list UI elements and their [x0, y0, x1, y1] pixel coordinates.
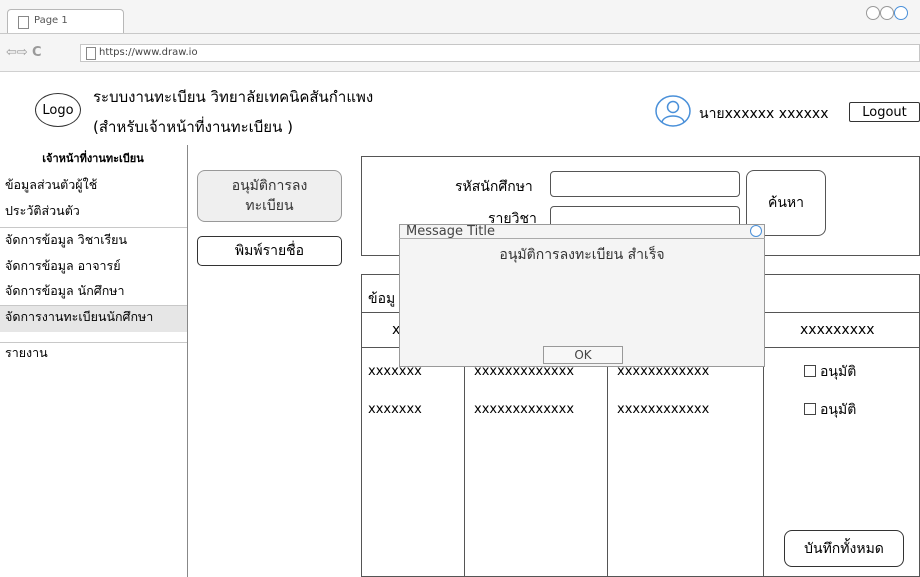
approve-checkbox-label: อนุมัติ	[820, 364, 857, 380]
dialog-ok-button[interactable]: OK	[543, 346, 623, 364]
user-name: นายxxxxxx xxxxxx	[699, 106, 829, 122]
approve-registration-button[interactable]: อนุมัติการลงทะเบียน	[197, 170, 342, 222]
sidebar-item-registration[interactable]: จัดการงานทะเบียนนักศึกษา	[0, 306, 187, 332]
print-list-button[interactable]: พิมพ์รายชื่อ	[197, 236, 342, 266]
sidebar-item-personal-info[interactable]: ข้อมูลส่วนตัวผู้ใช้	[0, 174, 187, 200]
table-caption: ข้อมู	[368, 291, 396, 307]
forward-arrow-icon[interactable]: ⇨	[17, 45, 28, 60]
dialog-message: อนุมัติการลงทะเบียน สำเร็จ	[499, 247, 665, 263]
logout-button[interactable]: Logout	[849, 102, 920, 122]
window-close-icon[interactable]	[894, 6, 908, 20]
dialog-title-divider	[399, 238, 765, 239]
table-cell: xxxxxxx	[368, 402, 422, 417]
address-bar[interactable]: https://www.draw.io	[80, 44, 920, 62]
window-minimize-icon[interactable]	[866, 6, 880, 20]
sidebar-item-reports[interactable]: รายงาน	[0, 342, 187, 368]
page-icon	[86, 47, 96, 60]
table-header-cell: xxxxxxxxx	[800, 322, 875, 338]
app-title: ระบบงานทะเบียน วิทยาลัยเทคนิคสันกำแพง	[93, 88, 374, 106]
sidebar-item-profile[interactable]: ประวัติส่วนตัว	[0, 200, 187, 226]
dialog-title: Message Title	[406, 224, 495, 239]
approve-checkbox-label: อนุมัติ	[820, 402, 857, 418]
logo: Logo	[35, 93, 81, 127]
window-controls	[866, 6, 920, 20]
tab-divider	[0, 33, 920, 34]
url-text: https://www.draw.io	[99, 47, 198, 58]
sidebar-item-teachers[interactable]: จัดการข้อมูล อาจารย์	[0, 255, 187, 281]
dialog-close-icon[interactable]	[750, 225, 762, 237]
sidebar-heading: เจ้าหน้าที่งานทะเบียน	[42, 152, 144, 165]
approve-button-line2: ทะเบียน	[245, 198, 294, 214]
approve-button-line1: อนุมัติการลง	[231, 178, 308, 194]
refresh-icon[interactable]: C	[32, 45, 42, 60]
table-cell: xxxxxxxxxxxx	[617, 402, 710, 417]
browser-nav: ⇦⇨ C	[6, 45, 66, 61]
sidebar-item-subjects[interactable]: จัดการข้อมูล วิชาเรียน	[0, 229, 187, 255]
window-maximize-icon[interactable]	[880, 6, 894, 20]
sidebar-item-students[interactable]: จัดการข้อมูล นักศึกษา	[0, 280, 187, 306]
user-avatar-icon	[655, 95, 691, 127]
logo-text: Logo	[42, 102, 74, 118]
student-id-label: รหัสนักศึกษา	[455, 179, 533, 195]
student-id-input[interactable]	[550, 171, 740, 197]
sidebar-divider	[0, 227, 187, 228]
save-all-button[interactable]: บันทึกทั้งหมด	[784, 530, 904, 567]
approve-checkbox[interactable]	[804, 403, 816, 415]
browser-tab[interactable]: Page 1	[7, 9, 124, 34]
tab-title: Page 1	[34, 15, 68, 26]
app-subtitle: (สำหรับเจ้าหน้าที่งานทะเบียน )	[93, 118, 293, 136]
back-arrow-icon[interactable]: ⇦	[6, 45, 17, 60]
approve-checkbox[interactable]	[804, 365, 816, 377]
page-icon	[18, 16, 29, 29]
table-cell: xxxxxxxxxxxxx	[474, 402, 575, 417]
